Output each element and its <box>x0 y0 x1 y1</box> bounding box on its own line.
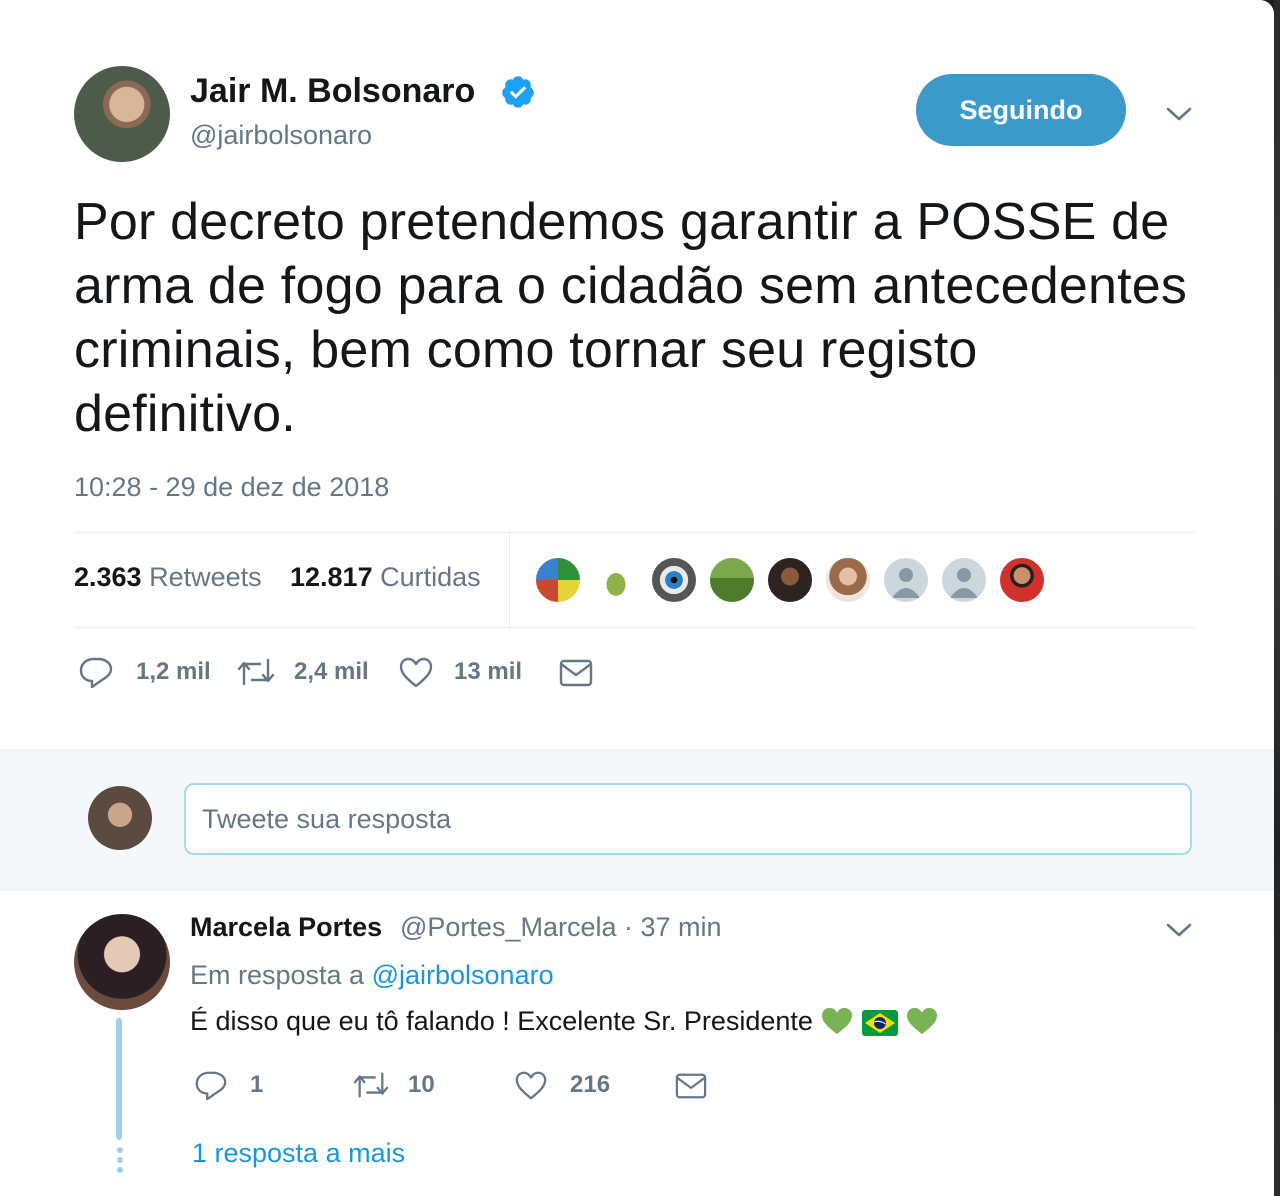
reply-time[interactable]: · 37 min <box>624 912 722 942</box>
liker-avatar[interactable] <box>534 556 582 604</box>
divider <box>74 532 1194 533</box>
tweet-timestamp[interactable]: 10:28 - 29 de dez de 2018 <box>74 472 389 503</box>
direct-message-icon[interactable] <box>558 656 594 690</box>
reply-author-handle-time: @Portes_Marcela · 37 min <box>400 912 722 943</box>
retweets-label: Retweets <box>149 562 262 592</box>
verified-badge-icon <box>502 76 534 108</box>
tweet-text: Por decreto pretendemos garantir a POSSE… <box>74 193 1188 443</box>
tweet-card: Jair M. Bolsonaro @jairbolsonaro Seguind… <box>0 0 1274 1196</box>
likes-stat[interactable]: 12.817 Curtidas <box>290 562 481 593</box>
thread-dot <box>117 1157 123 1163</box>
reply-icon <box>195 1071 227 1101</box>
like-action[interactable]: 13 mil <box>398 654 522 690</box>
retweet-count: 2,4 mil <box>294 658 369 685</box>
default-avatar-icon[interactable] <box>940 556 988 604</box>
thread-dot <box>117 1147 123 1153</box>
liker-avatar[interactable] <box>998 556 1046 604</box>
thread-dot <box>117 1167 123 1173</box>
reply-author-handle[interactable]: @Portes_Marcela <box>400 912 617 942</box>
heart-icon <box>515 1071 547 1100</box>
heart-icon <box>399 657 433 688</box>
liker-avatar[interactable] <box>650 556 698 604</box>
in-reply-prefix: Em resposta a <box>190 960 365 990</box>
author-name[interactable]: Jair M. Bolsonaro <box>190 72 475 111</box>
author-handle[interactable]: @jairbolsonaro <box>190 120 372 151</box>
stats-divider <box>509 533 510 627</box>
liker-avatar[interactable] <box>766 556 814 604</box>
like-action[interactable]: 216 <box>514 1068 610 1102</box>
likes-count: 12.817 <box>290 562 373 592</box>
retweet-action[interactable]: 10 <box>352 1068 435 1102</box>
reply-count: 1 <box>250 1071 264 1098</box>
retweet-action[interactable]: 2,4 mil <box>236 654 369 690</box>
liker-avatar[interactable] <box>824 556 872 604</box>
brazil-flag-emoji-icon <box>861 1010 898 1036</box>
like-count: 13 mil <box>454 658 523 685</box>
likes-label: Curtidas <box>380 562 481 592</box>
background-edge <box>1274 0 1280 1196</box>
author-avatar[interactable] <box>74 66 170 162</box>
chevron-down-icon[interactable] <box>1164 920 1194 940</box>
green-heart-emoji-icon <box>907 1007 938 1035</box>
retweets-stat[interactable]: 2.363 Retweets <box>74 562 262 593</box>
in-reply-handle-link[interactable]: @jairbolsonaro <box>372 960 554 990</box>
retweet-icon <box>237 658 275 686</box>
more-replies-link[interactable]: 1 resposta a mais <box>192 1138 405 1169</box>
reply-author-name[interactable]: Marcela Portes <box>190 912 382 943</box>
retweets-count: 2.363 <box>74 562 142 592</box>
reply-text-row: É disso que eu tô falando ! Excelente Sr… <box>190 1006 939 1037</box>
liker-avatar[interactable] <box>708 556 756 604</box>
like-count: 216 <box>570 1071 611 1098</box>
reply-author-avatar[interactable] <box>74 914 170 1010</box>
reply-text: É disso que eu tô falando ! Excelente Sr… <box>190 1006 813 1036</box>
current-user-avatar[interactable] <box>88 786 152 850</box>
following-button[interactable]: Seguindo <box>916 74 1126 146</box>
direct-message-icon[interactable] <box>674 1070 708 1102</box>
in-reply-to: Em resposta a @jairbolsonaro <box>190 960 554 991</box>
green-heart-emoji-icon <box>822 1007 853 1035</box>
reply-input[interactable] <box>184 783 1192 855</box>
chevron-down-icon[interactable] <box>1164 104 1194 124</box>
default-avatar-icon[interactable] <box>882 556 930 604</box>
reply-icon <box>79 657 113 689</box>
divider <box>74 627 1194 628</box>
reply-count: 1,2 mil <box>136 658 211 685</box>
reply-action[interactable]: 1,2 mil <box>78 654 211 690</box>
liker-avatar[interactable] <box>592 556 640 604</box>
retweet-count: 10 <box>408 1071 435 1098</box>
reply-action[interactable]: 1 <box>194 1068 263 1102</box>
thread-connector-line <box>116 1018 122 1140</box>
retweet-icon <box>353 1072 389 1098</box>
